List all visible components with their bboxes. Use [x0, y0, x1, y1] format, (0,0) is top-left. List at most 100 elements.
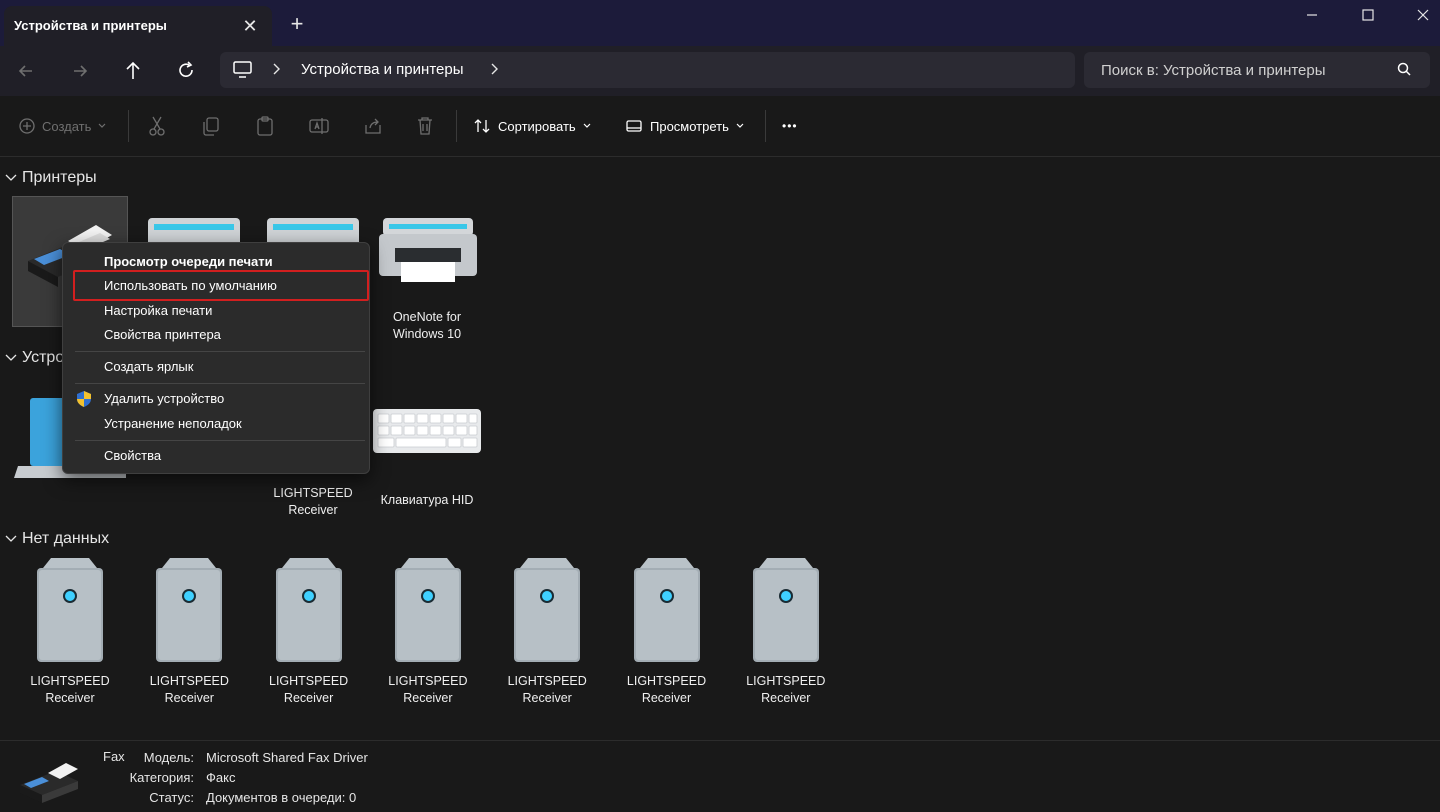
chevron-down-icon [583, 123, 591, 128]
device-label: LIGHTSPEED Receiver [273, 486, 353, 517]
details-category-key: Категория: [129, 770, 194, 785]
details-model-key: Модель: [143, 750, 194, 765]
search-box[interactable] [1084, 52, 1430, 88]
menu-item-print-preferences[interactable]: Настройка печати [104, 303, 212, 318]
device-lightspeed-receiver[interactable]: LIGHTSPEED Receiver [12, 556, 128, 707]
menu-item-set-default[interactable]: Использовать по умолчанию [104, 278, 277, 293]
menu-item-create-shortcut[interactable]: Создать ярлык [104, 359, 193, 374]
details-pane: Fax Модель: Microsoft Shared Fax Driver … [0, 740, 1440, 812]
device-label: LIGHTSPEED Receiver [746, 674, 826, 705]
menu-item-view-queue[interactable]: Просмотр очереди печати [104, 254, 273, 269]
toolbar-divider [456, 110, 457, 142]
search-icon[interactable] [1396, 61, 1414, 84]
toolbar-divider [128, 110, 129, 142]
printer-icon [379, 218, 477, 282]
forward-button[interactable] [64, 55, 96, 87]
menu-item-printer-properties[interactable]: Свойства принтера [104, 327, 221, 342]
create-button[interactable]: Создать [18, 114, 107, 138]
device-label: LIGHTSPEED Receiver [388, 674, 468, 705]
receiver-tower-icon [394, 558, 461, 662]
title-bar: Устройства и принтеры ✕ + [0, 0, 1440, 46]
receiver-tower-icon [156, 558, 223, 662]
navigation-bar: Устройства и принтеры [0, 46, 1440, 96]
group-header-devices[interactable]: Устро [4, 349, 64, 367]
menu-divider [75, 351, 365, 352]
details-category-value: Факс [206, 770, 236, 785]
computer-icon [232, 60, 254, 85]
sort-label: Сортировать [498, 118, 576, 134]
device-lightspeed-receiver[interactable]: LIGHTSPEED Receiver [131, 556, 247, 707]
refresh-button[interactable] [170, 55, 202, 87]
menu-divider [75, 383, 365, 384]
device-lightspeed-receiver[interactable]: LIGHTSPEED Receiver [489, 556, 605, 707]
device-onenote-printer[interactable]: OneNote for Windows 10 [369, 210, 485, 343]
menu-item-troubleshoot[interactable]: Устранение неполадок [104, 416, 242, 431]
plus-circle-icon [19, 118, 35, 134]
view-button[interactable]: Просмотреть [624, 114, 745, 138]
context-menu: Просмотр очереди печати Использовать по … [62, 242, 370, 474]
menu-item-properties[interactable]: Свойства [104, 448, 161, 463]
tab-title: Устройства и принтеры [14, 18, 167, 33]
receiver-tower-icon [633, 558, 700, 662]
share-icon[interactable] [361, 114, 385, 138]
sort-icon [474, 119, 490, 133]
shield-icon [76, 390, 92, 413]
chevron-right-icon[interactable] [490, 62, 500, 79]
group-header-printers[interactable]: Принтеры [4, 169, 97, 187]
view-label: Просмотреть [650, 118, 729, 134]
menu-item-remove-device[interactable]: Удалить устройство [104, 391, 224, 406]
cut-icon[interactable] [145, 114, 169, 138]
group-header-no-data[interactable]: Нет данных [4, 530, 109, 548]
details-status-value: Документов в очереди: 0 [206, 790, 357, 805]
tab-close-icon[interactable]: ✕ [238, 14, 262, 38]
device-lightspeed-receiver[interactable]: LIGHTSPEED Receiver [609, 556, 725, 707]
receiver-tower-icon [752, 558, 819, 662]
device-label: LIGHTSPEED Receiver [30, 674, 110, 705]
command-bar: Создать Сортировать Просмотреть ••• [0, 96, 1440, 157]
back-button[interactable] [10, 55, 42, 87]
tab-devices-printers[interactable]: Устройства и принтеры ✕ [4, 6, 272, 46]
chevron-down-icon [736, 123, 744, 128]
chevron-right-icon [272, 62, 282, 79]
new-tab-icon[interactable]: + [284, 12, 310, 38]
view-icon [626, 120, 642, 132]
maximize-button[interactable] [1340, 0, 1396, 30]
toolbar-divider [765, 110, 766, 142]
up-button[interactable] [117, 55, 149, 87]
device-lightspeed-receiver[interactable]: LIGHTSPEED Receiver [370, 556, 486, 707]
create-label: Создать [42, 118, 92, 134]
details-status-key: Статус: [149, 790, 194, 805]
receiver-tower-icon [37, 558, 103, 662]
address-bar[interactable]: Устройства и принтеры [220, 52, 1075, 88]
details-model-value: Microsoft Shared Fax Driver [206, 750, 368, 765]
breadcrumb-devices-printers[interactable]: Устройства и принтеры [301, 61, 463, 78]
chevron-down-icon [5, 174, 17, 181]
delete-icon[interactable] [413, 114, 437, 138]
rename-icon[interactable] [307, 114, 331, 138]
chevron-down-icon [98, 123, 106, 128]
paste-icon[interactable] [253, 114, 277, 138]
device-keyboard-hid[interactable]: Клавиатура HID [369, 405, 485, 509]
device-label: LIGHTSPEED Receiver [626, 674, 707, 705]
copy-icon[interactable] [199, 114, 223, 138]
fax-icon [20, 763, 78, 803]
chevron-down-icon [5, 535, 17, 542]
search-input[interactable] [1084, 52, 1384, 88]
minimize-button[interactable] [1284, 0, 1340, 30]
group-title: Принтеры [22, 169, 97, 186]
group-title: Нет данных [22, 530, 110, 547]
device-label: OneNote for Windows 10 [392, 310, 462, 341]
device-label: LIGHTSPEED Receiver [149, 674, 229, 705]
group-title: Устро [22, 349, 65, 366]
device-lightspeed-receiver[interactable]: LIGHTSPEED Receiver [251, 556, 367, 707]
chevron-down-icon [5, 354, 17, 361]
device-lightspeed-receiver[interactable]: LIGHTSPEED Receiver [728, 556, 844, 707]
menu-divider [75, 440, 365, 441]
receiver-tower-icon [275, 558, 342, 662]
device-label: LIGHTSPEED Receiver [269, 674, 349, 705]
device-label: LIGHTSPEED Receiver [507, 674, 587, 705]
receiver-tower-icon [514, 558, 581, 662]
close-window-button[interactable] [1396, 0, 1440, 30]
sort-button[interactable]: Сортировать [472, 114, 592, 138]
more-options-button[interactable]: ••• [782, 114, 798, 138]
